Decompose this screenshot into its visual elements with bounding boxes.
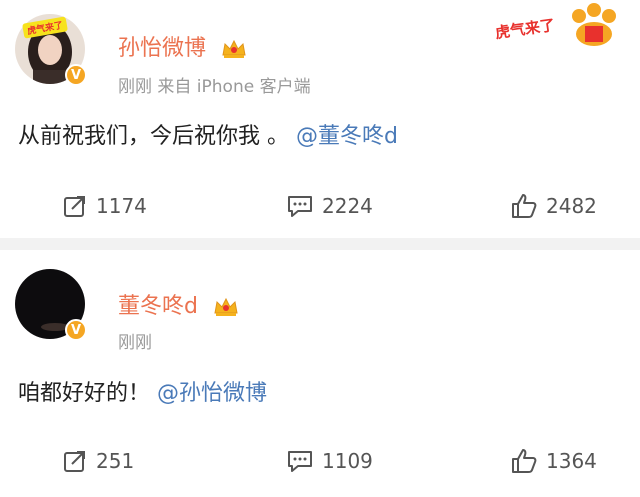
comment-icon xyxy=(288,196,312,217)
post-meta: 刚刚 xyxy=(118,333,152,353)
like-button[interactable]: 2482 xyxy=(510,189,597,223)
crown-icon xyxy=(222,39,246,58)
repost-button[interactable]: 251 xyxy=(62,444,134,478)
like-button[interactable]: 1364 xyxy=(510,444,597,478)
tiger-sticker: 虎气来了 xyxy=(494,2,625,48)
post-divider xyxy=(0,238,640,250)
verified-badge-icon: V xyxy=(65,319,87,341)
post-text: 从前祝我们，今后祝你我 。 xyxy=(18,124,289,149)
thumbs-up-icon xyxy=(512,449,537,473)
crown-icon xyxy=(214,297,238,316)
mention-link[interactable]: @孙怡微博 xyxy=(157,381,267,406)
verified-badge-icon: V xyxy=(65,64,87,86)
username-text: 董冬咚d xyxy=(118,294,198,319)
action-bar: 1174 2224 2482 xyxy=(0,189,640,223)
username-text: 孙怡微博 xyxy=(118,36,207,61)
post-content: 咱都好好的！ @孙怡微博 xyxy=(18,375,267,407)
weibo-post-1: 虎气来了 V 孙怡微博 刚刚 来自 iPhone 客户端 虎气来了 从前祝我们，… xyxy=(0,0,640,238)
comment-icon xyxy=(288,451,312,472)
weibo-post-2: V 董冬咚d 刚刚 咱都好好的！ @孙怡微博 251 1109 1364 xyxy=(0,250,640,497)
avatar[interactable]: V xyxy=(15,269,87,341)
repost-count: 1174 xyxy=(96,194,147,218)
like-count: 2482 xyxy=(546,194,597,218)
post-meta: 刚刚 来自 iPhone 客户端 xyxy=(118,77,311,97)
like-count: 1364 xyxy=(546,449,597,473)
sticker-text: 虎气来了 xyxy=(494,15,557,43)
repost-icon xyxy=(64,451,85,472)
post-text: 咱都好好的！ xyxy=(18,381,151,406)
action-bar: 251 1109 1364 xyxy=(0,444,640,478)
comment-button[interactable]: 1109 xyxy=(286,444,373,478)
repost-button[interactable]: 1174 xyxy=(62,189,147,223)
thumbs-up-icon xyxy=(512,194,537,218)
mention-link[interactable]: @董冬咚d xyxy=(296,124,398,149)
repost-icon xyxy=(64,196,85,217)
comment-count: 1109 xyxy=(322,449,373,473)
paw-icon xyxy=(572,3,616,46)
post-content: 从前祝我们，今后祝你我 。 @董冬咚d xyxy=(18,118,398,150)
comment-button[interactable]: 2224 xyxy=(286,189,373,223)
username[interactable]: 董冬咚d xyxy=(118,288,239,320)
repost-count: 251 xyxy=(96,449,135,473)
comment-count: 2224 xyxy=(322,194,373,218)
avatar[interactable]: 虎气来了 V xyxy=(15,14,87,86)
username[interactable]: 孙怡微博 xyxy=(118,30,247,62)
